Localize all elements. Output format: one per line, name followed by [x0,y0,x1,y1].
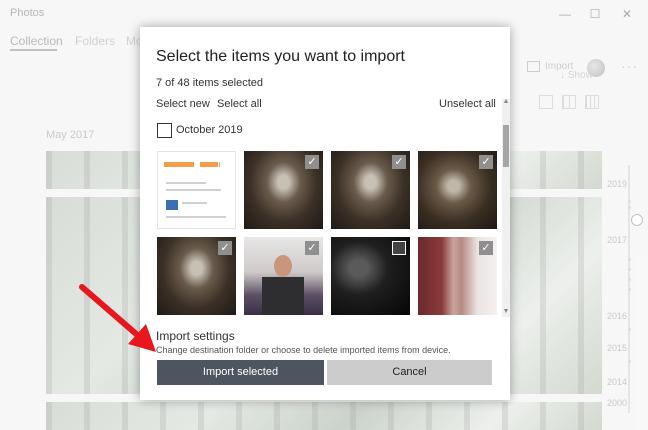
import-dialog: Select the items you want to import 7 of… [140,27,510,400]
thumbnail[interactable]: ✓ [157,237,236,315]
thumbnail[interactable]: ✓ [331,237,410,315]
cancel-button[interactable]: Cancel [327,360,492,385]
doc-line [166,189,221,191]
scroll-up-icon[interactable]: ▲ [502,98,510,106]
group-label: October 2019 [176,124,243,136]
import-settings-link[interactable]: Import settings [156,329,235,343]
selected-count: 7 of 48 items selected [156,77,264,89]
select-new-link[interactable]: Select new [156,98,210,110]
thumbnail[interactable]: ✓ [157,151,236,229]
selection-checkbox[interactable]: ✓ [218,155,232,169]
selection-checkbox[interactable]: ✓ [479,155,493,169]
person-head [274,255,292,277]
unselect-all-link[interactable]: Unselect all [439,98,496,110]
doc-line [166,182,206,184]
selection-checkbox[interactable]: ✓ [479,241,493,255]
selection-checkbox[interactable]: ✓ [392,241,406,255]
thumbnail[interactable]: ✓ [418,237,497,315]
scroll-down-icon[interactable]: ▼ [502,308,510,316]
selection-checkbox[interactable]: ✓ [305,241,319,255]
thumbnail[interactable]: ✓ [244,151,323,229]
thumbnail-grid: ✓ ✓ ✓ ✓ ✓ ✓ ✓ [157,151,497,316]
scrollbar-thumb[interactable] [503,125,509,167]
checkbox-icon[interactable] [157,123,172,138]
selection-checkbox[interactable]: ✓ [218,241,232,255]
select-all-link[interactable]: Select all [217,98,262,110]
dialog-scrollbar[interactable]: ▲ ▼ [502,98,510,317]
doc-orange-bar [200,162,220,167]
thumbnail[interactable]: ✓ [331,151,410,229]
import-settings-description: Change destination folder or choose to d… [156,345,451,355]
selection-checkbox[interactable]: ✓ [392,155,406,169]
person-body [262,277,304,315]
import-selected-button[interactable]: Import selected [157,360,324,385]
thumbnail[interactable]: ✓ [244,237,323,315]
doc-line [182,202,207,204]
doc-logo [166,200,178,210]
dialog-title: Select the items you want to import [156,48,405,65]
thumbnail[interactable]: ✓ [418,151,497,229]
selection-checkbox[interactable]: ✓ [305,155,319,169]
doc-line [166,216,226,218]
doc-orange-bar [164,162,194,167]
